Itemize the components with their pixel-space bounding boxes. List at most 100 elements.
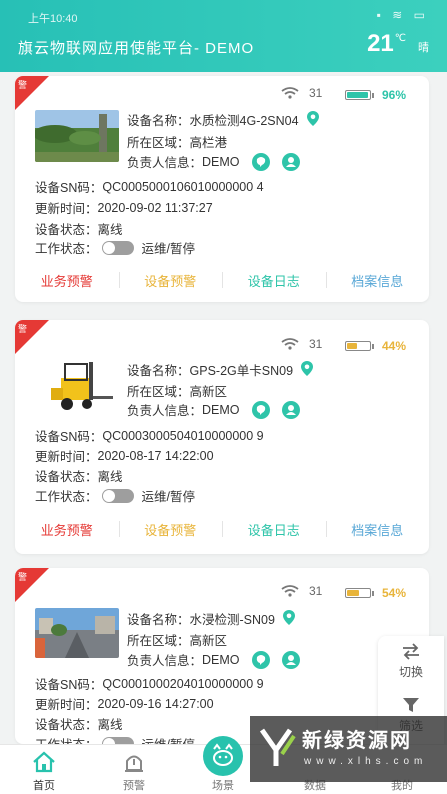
owner-row: 负责人信息： DEMO: [127, 152, 300, 171]
contact-icon[interactable]: [281, 400, 300, 419]
device-name: 水浸检测-SN09: [189, 613, 275, 627]
sn-row: 设备SN码： QC0003000504010000000 9: [35, 426, 264, 445]
card-actions: 业务预警 设备预警 设备日志 档案信息: [15, 271, 429, 290]
status-row: 设备状态： 离线: [35, 714, 123, 733]
device-thumbnail[interactable]: [35, 608, 119, 658]
nav-warning[interactable]: 预警: [94, 745, 174, 794]
nav-home[interactable]: 首页: [4, 745, 84, 794]
work-status-label: 工作状态：: [35, 734, 98, 744]
battery-icon: [345, 341, 371, 351]
device-log-button[interactable]: 设备日志: [222, 271, 326, 290]
owner-value: DEMO: [202, 154, 240, 169]
status-row: 设备状态： 离线: [35, 219, 123, 238]
chat-icon[interactable]: [251, 650, 270, 669]
owner-row: 负责人信息： DEMO: [127, 400, 300, 419]
home-icon: [33, 751, 55, 773]
nav-home-label: 首页: [33, 780, 55, 792]
app-header: 上午10:40 ▪ ≋ ▭ 旗云物联网应用使能平台- DEMO 21 ℃ 晴: [0, 0, 447, 72]
updated-value: 2020-08-17 14:22:00: [97, 448, 214, 463]
wifi-icon: [281, 87, 299, 99]
cat-face-icon: [213, 743, 233, 766]
device-alert-button[interactable]: 设备预警: [118, 520, 223, 539]
work-status-toggle[interactable]: [101, 736, 134, 744]
location-pin-icon[interactable]: [306, 110, 319, 129]
sn-value: QC0001000204010000000 9: [102, 676, 264, 691]
alarm-icon: [125, 755, 143, 772]
device-name-label: 设备名称：: [127, 364, 190, 378]
wifi-icon: [281, 338, 299, 350]
signal-strength: 31: [309, 337, 323, 351]
region-row: 所在区域： 高新区: [127, 381, 227, 400]
location-pin-icon[interactable]: [301, 360, 314, 379]
device-alert-button[interactable]: 设备预警: [118, 271, 223, 290]
business-alert-button[interactable]: 业务预警: [15, 271, 119, 290]
work-status-toggle[interactable]: [101, 240, 134, 255]
battery-indicator: 96%: [345, 88, 406, 102]
device-name-label: 设备名称：: [127, 613, 190, 627]
updated-label: 更新时间：: [35, 450, 98, 464]
signal-indicator: 31: [281, 337, 322, 351]
battery-icon: [345, 588, 371, 598]
work-status-value: 运维/暂停: [141, 490, 195, 504]
owner-value: DEMO: [202, 402, 240, 417]
switch-icon: [403, 643, 419, 660]
scene-center-button[interactable]: [203, 736, 243, 776]
contact-icon[interactable]: [281, 152, 300, 171]
weather-widget[interactable]: 21 ℃ 晴: [367, 30, 429, 58]
updated-value: 2020-09-02 11:37:27: [97, 200, 213, 215]
device-name-row: 设备名称： 水浸检测-SN09: [127, 609, 295, 628]
archive-info-button[interactable]: 档案信息: [325, 520, 430, 539]
signal-strength: 31: [309, 86, 323, 100]
work-status-label: 工作状态：: [35, 242, 98, 256]
device-log-button[interactable]: 设备日志: [222, 520, 326, 539]
status-value: 离线: [97, 718, 123, 732]
switch-button[interactable]: 切换: [378, 642, 444, 680]
business-alert-button[interactable]: 业务预警: [15, 520, 119, 539]
region-label: 所在区域：: [127, 634, 190, 648]
device-thumbnail[interactable]: [35, 110, 119, 162]
updated-label: 更新时间：: [35, 202, 98, 216]
device-card[interactable]: 警 31 44% 设备名称： GPS-2G单卡SN09 所在区域： 高新区 负责…: [15, 320, 429, 554]
sn-value: QC0005000106010000000 4: [102, 179, 264, 194]
watermark-overlay: 新绿资源网 www.xlhs.com: [250, 716, 447, 782]
alert-badge-label: 警: [18, 324, 28, 334]
weather-description: 晴: [418, 42, 429, 54]
status-time: 上午10:40: [28, 13, 78, 25]
battery-icon: [345, 90, 371, 100]
updated-label: 更新时间：: [35, 698, 98, 712]
chat-icon[interactable]: [251, 400, 270, 419]
work-status-row: 工作状态： 运维/暂停: [35, 486, 195, 505]
owner-label: 负责人信息：: [127, 654, 203, 668]
temperature: 21: [367, 30, 394, 57]
contact-icon[interactable]: [281, 650, 300, 669]
watermark-logo-icon: [260, 728, 296, 766]
region-label: 所在区域：: [127, 136, 190, 150]
battery-indicator: 54%: [345, 586, 406, 600]
sn-row: 设备SN码： QC0005000106010000000 4: [35, 177, 264, 196]
location-pin-icon[interactable]: [282, 609, 295, 628]
wifi-icon: [281, 585, 299, 597]
status-value: 离线: [97, 223, 123, 237]
work-status-toggle[interactable]: [101, 488, 134, 503]
archive-info-button[interactable]: 档案信息: [325, 271, 430, 290]
status-label: 设备状态：: [35, 718, 98, 732]
region-value: 高新区: [189, 385, 228, 399]
battery-fill: [347, 92, 369, 98]
status-row: 设备状态： 离线: [35, 466, 123, 485]
sn-row: 设备SN码： QC0001000204010000000 9: [35, 674, 264, 693]
updated-row: 更新时间： 2020-08-17 14:22:00: [35, 446, 214, 465]
card-actions: 业务预警 设备预警 设备日志 档案信息: [15, 520, 429, 539]
device-card[interactable]: 警 31 96% 设备名称： 水质检测4G-2SN04 所在区域： 高栏港 负责…: [15, 76, 429, 302]
battery-percent: 44%: [382, 339, 407, 353]
region-value: 高栏港: [189, 136, 228, 150]
device-thumbnail[interactable]: [37, 358, 115, 414]
chat-icon[interactable]: [251, 152, 270, 171]
owner-label: 负责人信息：: [127, 404, 203, 418]
battery-fill: [347, 590, 359, 596]
app-title: 旗云物联网应用使能平台- DEMO: [18, 40, 255, 57]
signal-strength: 31: [309, 584, 323, 598]
battery-percent: 54%: [382, 586, 407, 600]
updated-row: 更新时间： 2020-09-02 11:37:27: [35, 198, 213, 217]
region-row: 所在区域： 高栏港: [127, 132, 227, 151]
status-icons: ▪ ≋ ▭: [376, 8, 429, 22]
